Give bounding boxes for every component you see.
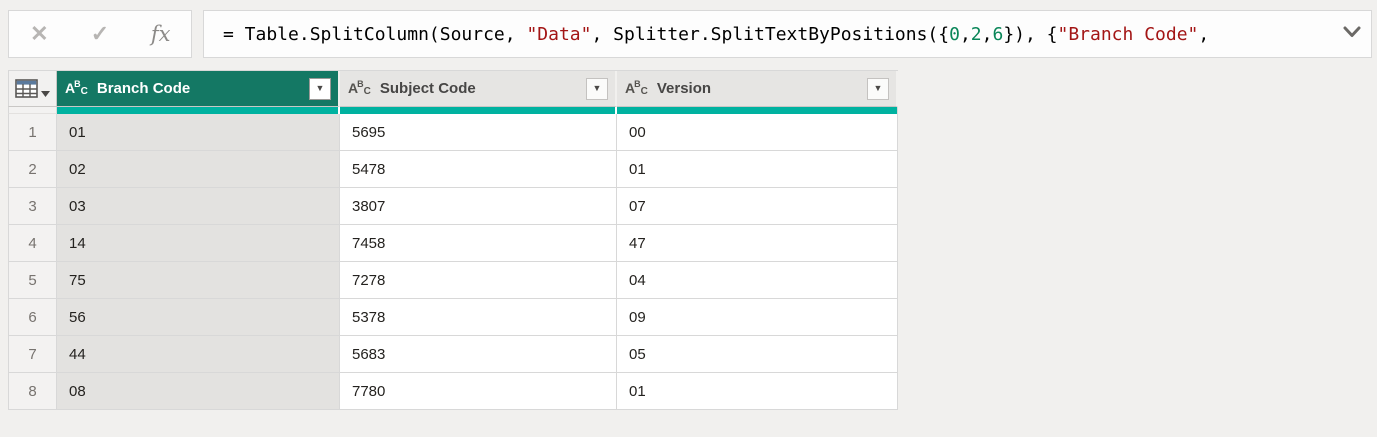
caret-down-icon (41, 90, 50, 97)
row-number[interactable]: 5 (8, 262, 57, 299)
formula-token: , Splitter.SplitTextByPositions({ (591, 23, 950, 45)
data-preview-table: ABC Branch Code ▼ ABC Subject Code ▼ ABC… (8, 70, 898, 410)
text-type-icon[interactable]: ABC (625, 80, 648, 97)
cancel-icon: ✕ (30, 21, 49, 46)
column-quality-bar (617, 107, 898, 114)
table-cell[interactable]: 03 (57, 188, 340, 225)
table-cell[interactable]: 04 (617, 262, 898, 299)
table-cell[interactable]: 05 (617, 336, 898, 373)
table-cell[interactable]: 5478 (340, 151, 617, 188)
table-cell[interactable]: 7780 (340, 373, 617, 410)
check-icon: ✓ (90, 21, 110, 46)
table-cell[interactable]: 08 (57, 373, 340, 410)
row-number[interactable]: 3 (8, 188, 57, 225)
table-cell[interactable]: 14 (57, 225, 340, 262)
add-step-button[interactable]: fx (139, 14, 183, 54)
table-cell[interactable]: 3807 (340, 188, 617, 225)
cancel-button[interactable]: ✕ (17, 14, 61, 54)
row-number[interactable]: 8 (8, 373, 57, 410)
table-cell[interactable]: 47 (617, 225, 898, 262)
filter-dropdown-icon: ▼ (315, 83, 325, 93)
formula-token: }), { (1003, 23, 1058, 45)
formula-input[interactable]: = Table.SplitColumn(Source, "Data", Spli… (203, 10, 1372, 58)
table-cell[interactable]: 75 (57, 262, 340, 299)
column-header-label: Branch Code (96, 80, 191, 97)
filter-dropdown-icon: ▼ (873, 83, 883, 93)
power-query-editor: ✕ ✓ fx = Table.SplitColumn(Source, "Data… (0, 0, 1377, 437)
table-cell[interactable]: 5683 (340, 336, 617, 373)
column-header-version[interactable]: ABC Version ▼ (617, 71, 898, 107)
table-cell[interactable]: 5695 (340, 114, 617, 151)
expand-formula-bar-button[interactable] (1341, 24, 1363, 40)
table-cell[interactable]: 01 (617, 373, 898, 410)
table-cell[interactable]: 07 (617, 188, 898, 225)
table-cell[interactable]: 01 (617, 151, 898, 188)
table-cell[interactable]: 01 (57, 114, 340, 151)
column-header-subject-code[interactable]: ABC Subject Code ▼ (340, 71, 617, 107)
formula-token: , (1198, 23, 1210, 45)
formula-token: "Data" (526, 23, 592, 45)
table-cell[interactable]: 09 (617, 299, 898, 336)
filter-button[interactable]: ▼ (867, 77, 889, 100)
column-header-branch-code[interactable]: ABC Branch Code ▼ (57, 71, 340, 107)
column-header-label: Version (656, 80, 712, 97)
formula-token: 0 (949, 23, 960, 45)
formula-token: = Table.SplitColumn(Source, (223, 23, 527, 45)
row-number[interactable]: 1 (8, 114, 57, 151)
filter-button[interactable]: ▼ (309, 77, 331, 100)
row-number[interactable]: 7 (8, 336, 57, 373)
column-quality-bar (57, 107, 340, 114)
row-number[interactable]: 4 (8, 225, 57, 262)
chevron-down-icon (1343, 26, 1361, 37)
filter-dropdown-icon: ▼ (592, 83, 602, 93)
table-cell[interactable]: 00 (617, 114, 898, 151)
table-cell[interactable]: 56 (57, 299, 340, 336)
column-quality-bar (340, 107, 617, 114)
formula-token: 6 (992, 23, 1004, 45)
table-cell[interactable]: 5378 (340, 299, 617, 336)
row-number[interactable]: 6 (8, 299, 57, 336)
fx-icon: fx (150, 22, 171, 46)
text-type-icon[interactable]: ABC (348, 80, 371, 97)
column-header-label: Subject Code (379, 80, 476, 97)
quality-bar-gutter (8, 107, 57, 114)
formula-token: "Branch Code" (1057, 23, 1199, 45)
filter-button[interactable]: ▼ (586, 77, 608, 100)
commit-button[interactable]: ✓ (78, 14, 122, 54)
table-cell[interactable]: 7458 (340, 225, 617, 262)
table-grid-icon (15, 79, 38, 98)
row-number[interactable]: 2 (8, 151, 57, 188)
text-type-icon[interactable]: ABC (65, 80, 88, 97)
table-cell[interactable]: 44 (57, 336, 340, 373)
formula-token: , (981, 23, 993, 45)
table-corner-button[interactable] (8, 71, 57, 107)
formula-toolbar: ✕ ✓ fx (8, 10, 192, 58)
table-cell[interactable]: 02 (57, 151, 340, 188)
formula-token: , (959, 23, 971, 45)
table-cell[interactable]: 7278 (340, 262, 617, 299)
formula-token: 2 (970, 23, 982, 45)
